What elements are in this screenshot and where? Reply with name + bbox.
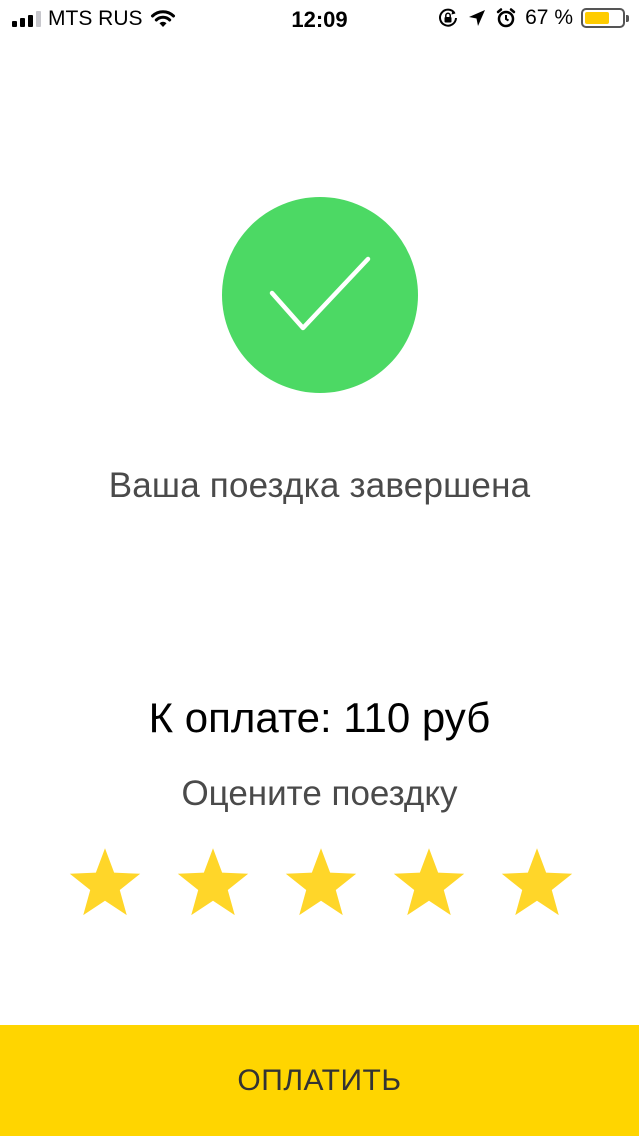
status-right: 67 % xyxy=(437,6,629,30)
battery-percent: 67 % xyxy=(525,6,573,29)
alarm-icon xyxy=(496,8,516,28)
trip-complete-screen: MTS RUS 12:09 67 % Ваша поездка завершен… xyxy=(0,0,639,1136)
battery-tip xyxy=(626,15,629,22)
star-icon[interactable] xyxy=(284,846,358,920)
status-bar: MTS RUS 12:09 67 % xyxy=(0,0,639,40)
battery-icon xyxy=(581,8,629,28)
star-icon[interactable] xyxy=(68,846,142,920)
trip-complete-message: Ваша поездка завершена xyxy=(108,466,531,505)
star-icon[interactable] xyxy=(500,846,574,920)
payment-amount: К оплате: 110 руб xyxy=(148,694,491,741)
star-icon[interactable] xyxy=(392,846,466,920)
location-arrow-icon xyxy=(469,10,486,26)
star-icon[interactable] xyxy=(176,846,250,920)
battery-level-fill xyxy=(585,12,610,24)
pay-button[interactable]: ОПЛАТИТЬ xyxy=(0,1025,639,1136)
rate-trip-title: Оцените поездку xyxy=(181,774,458,813)
star-rating xyxy=(68,846,574,922)
success-indicator xyxy=(222,197,418,393)
orientation-lock-icon xyxy=(439,8,458,27)
checkmark-icon xyxy=(269,256,371,331)
